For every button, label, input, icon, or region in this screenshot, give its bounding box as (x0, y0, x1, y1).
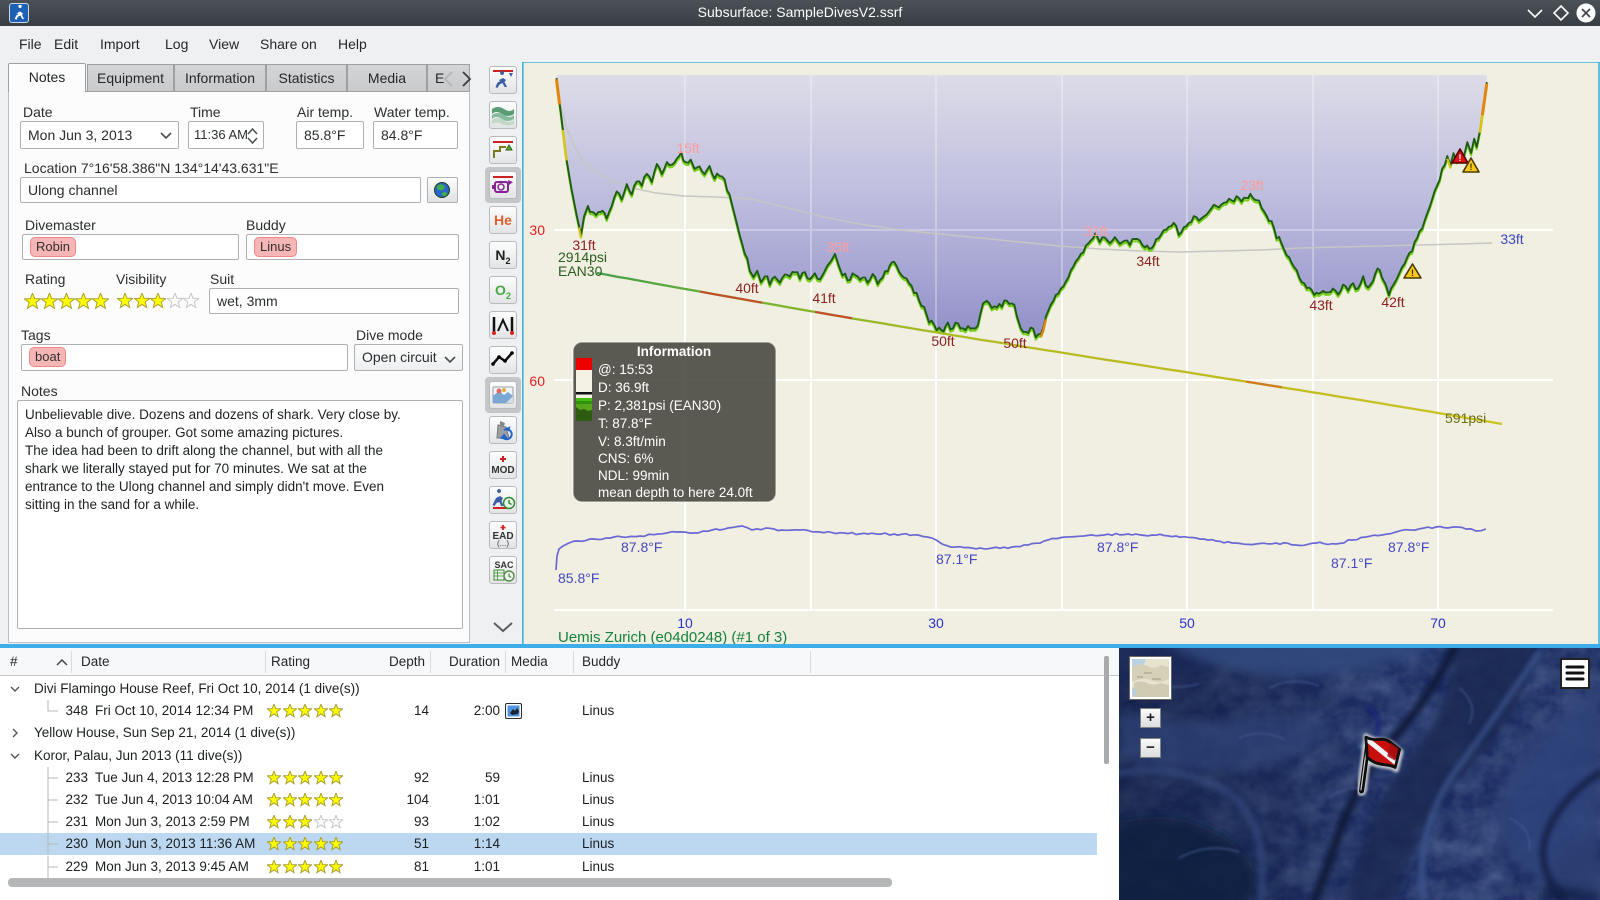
svg-text:!: ! (1411, 268, 1414, 278)
svg-text:15ft: 15ft (676, 140, 699, 156)
svg-text:SAC: SAC (494, 560, 514, 570)
svg-text:CNS: 6%: CNS: 6% (598, 451, 654, 466)
svg-text:EAN30: EAN30 (558, 263, 603, 279)
svg-text:31ft: 31ft (1084, 223, 1107, 239)
svg-text:70: 70 (1430, 615, 1446, 631)
svg-text:87.1°F: 87.1°F (936, 551, 977, 567)
svg-text:23ft: 23ft (1240, 177, 1263, 193)
svg-text:50: 50 (1179, 615, 1195, 631)
svg-text:34ft: 34ft (1136, 253, 1159, 269)
svg-text:T: 87.8°F: T: 87.8°F (598, 416, 652, 431)
svg-text:MOD: MOD (491, 465, 514, 476)
svg-text:mean depth to here 24.0ft: mean depth to here 24.0ft (598, 485, 753, 500)
svg-text:85.8°F: 85.8°F (558, 570, 599, 586)
svg-text:30: 30 (928, 615, 944, 631)
svg-text:!: ! (1459, 153, 1462, 163)
svg-text:!: ! (1470, 162, 1473, 172)
svg-text:35ft: 35ft (826, 239, 849, 255)
svg-text:Information: Information (637, 344, 711, 359)
svg-text:87.8°F: 87.8°F (1388, 539, 1429, 555)
svg-text:D: 36.9ft: D: 36.9ft (598, 380, 649, 395)
svg-text:40ft: 40ft (735, 280, 758, 296)
svg-text:87.1°F: 87.1°F (1331, 555, 1372, 571)
svg-text:43ft: 43ft (1309, 297, 1332, 313)
svg-text:591psi: 591psi (1445, 410, 1486, 426)
svg-text:41ft: 41ft (812, 290, 835, 306)
svg-text:87.8°F: 87.8°F (1097, 539, 1138, 555)
svg-text:33ft: 33ft (1500, 231, 1523, 247)
svg-text:50ft: 50ft (931, 333, 954, 349)
svg-text:NDL: 99min: NDL: 99min (598, 468, 669, 483)
svg-text:42ft: 42ft (1381, 294, 1404, 310)
svg-text:50ft: 50ft (1003, 335, 1026, 351)
svg-text:(...): (...) (497, 539, 509, 548)
svg-text:P: 2,381psi (EAN30): P: 2,381psi (EAN30) (598, 398, 721, 413)
svg-text:@: 15:53: @: 15:53 (598, 362, 653, 377)
svg-text:V: 8.3ft/min: V: 8.3ft/min (598, 434, 666, 449)
svg-text:60: 60 (529, 373, 545, 389)
svg-text:87.8°F: 87.8°F (621, 539, 662, 555)
svg-text:30: 30 (529, 222, 545, 238)
